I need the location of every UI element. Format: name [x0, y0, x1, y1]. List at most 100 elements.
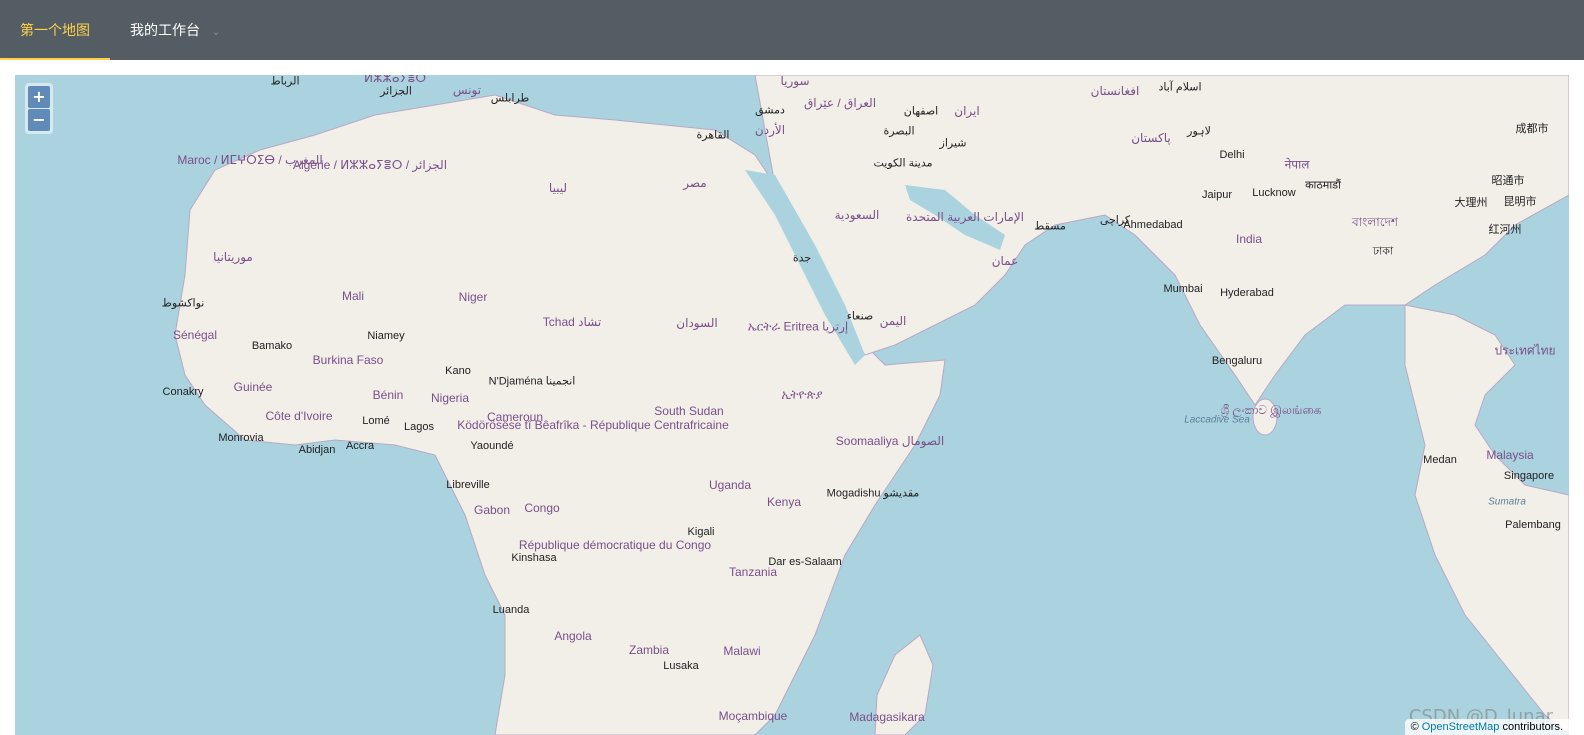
map-label-country: الإمارات العربية المتحدة [905, 210, 1025, 224]
map-label-city: Bamako [251, 340, 293, 352]
map-label-city: Singapore [1503, 470, 1555, 482]
nav-item-first-map[interactable]: 第一个地图 [0, 0, 110, 60]
map-label-city: Conakry [162, 386, 204, 398]
map-label-country: Malawi [723, 644, 761, 658]
map-label-city: Accra [345, 440, 375, 452]
map-label-city: Ahmedabad [1123, 219, 1183, 231]
map-label-country: বাংলাদেশ [1352, 215, 1398, 229]
map-label-city: اصفهان [903, 105, 939, 118]
map-label-city: Delhi [1219, 149, 1245, 161]
map-label-city: Lusaka [663, 660, 699, 672]
map-label-city: نواكشوط [161, 297, 205, 310]
map-label-country: سوريا [780, 75, 810, 88]
map-label-city: 昆明市 [1503, 196, 1537, 208]
map-label-country: ليبيا [548, 181, 568, 195]
map-label-country: Tchad تشاد [542, 315, 602, 329]
zoom-in-button[interactable]: + [28, 86, 50, 108]
map-label-country: Moçambique [718, 709, 788, 723]
attribution-prefix: © [1410, 721, 1419, 733]
map-label-country: Bénin [372, 388, 404, 402]
map-label-country: Uganda [708, 478, 752, 492]
map-label-country: Ködörösêse tî Bêafrîka - République Cent… [457, 418, 729, 432]
map-label-city: جدة [792, 252, 812, 265]
map-label-city: 红河州 [1488, 224, 1522, 236]
chevron-down-icon: ⌄ [211, 27, 221, 38]
map-label-city: Lucknow [1252, 187, 1296, 199]
map-label-city: Mumbai [1163, 283, 1203, 295]
map-base-layer [174, 75, 1569, 735]
map-label-country: India [1235, 232, 1263, 246]
map-label-city: Monrovia [218, 432, 264, 444]
map-label-city: Abidjan [298, 444, 336, 456]
map-label-country: Gabon [473, 503, 511, 517]
map-label-city: Kinshasa [511, 552, 557, 564]
map-label-city: اسلام آباد [1158, 81, 1202, 94]
map-label-country: پاکستان [1131, 131, 1171, 145]
map-label-country: Madagasikara [849, 710, 925, 724]
map-label-country: العراق / عێراق [803, 96, 877, 110]
map-label-city: الجزائر [380, 85, 412, 98]
map-attribution: © OpenStreetMap contributors. [1404, 719, 1569, 735]
top-navigation-bar: 第一个地图 我的工作台 ⌄ [0, 0, 1584, 60]
map-label-country: South Sudan [654, 404, 724, 418]
map-label-country: عمان [991, 254, 1019, 268]
map-label-country: Malaysia [1486, 448, 1534, 462]
map-label-city: Luanda [492, 604, 530, 616]
nav-item-my-workbench[interactable]: 我的工作台 ⌄ [110, 0, 240, 60]
map-viewport[interactable]: Maroc / ⵍⵎⵖⵔⵉⴱ / المغرب Algérie / ⵍⵣⵣⴰⵢⴻ… [15, 75, 1569, 735]
attribution-suffix: contributors. [1502, 721, 1563, 733]
map-label-country: नेपाल [1284, 157, 1310, 172]
map-label-country: Burkina Faso [312, 353, 384, 367]
map-label-country: ایران [954, 104, 980, 118]
map-label-city: طرابلس [490, 92, 530, 105]
map-label-city: 成都市 [1515, 123, 1549, 135]
map-label-country: Guinée [233, 380, 273, 394]
attribution-link[interactable]: OpenStreetMap [1422, 721, 1500, 733]
map-label-city: Lomé [362, 415, 390, 427]
map-label-country: الأردن [754, 123, 786, 137]
map-label-city: Dar es-Salaam [768, 556, 842, 568]
map-label-country: Soomaaliya الصومال [835, 434, 945, 448]
map-label-city: Libreville [446, 479, 490, 491]
map-label-country: Sénégal [172, 328, 218, 342]
map-label-country: ኤርትራ Eritrea إرتريا [747, 319, 849, 334]
map-label-country: افغانستان [1090, 84, 1140, 98]
map-label-city: Mogadishu مقديشو [826, 487, 920, 500]
map-label-city: لاہور [1187, 125, 1211, 138]
map-label-city: Medan [1423, 454, 1457, 466]
map-label-country: Côte d'Ivoire [265, 409, 333, 423]
map-label-country: موريتانيا [213, 250, 253, 264]
nav-item-my-workbench-label: 我的工作台 [130, 22, 200, 38]
map-label-city: Bengaluru [1211, 355, 1263, 367]
map-label-city: काठमाडौं [1305, 179, 1341, 192]
map-label-city: مسقط [1034, 220, 1066, 233]
map-label-city: Niamey [367, 330, 405, 342]
map-label-city: Kano [445, 365, 471, 377]
map-label-country: Niger [458, 290, 488, 304]
map-label-city: Yaoundé [470, 440, 514, 452]
map-label-city: Kigali [687, 526, 715, 538]
map-label-city: N'Djaména انجمينا [488, 375, 576, 388]
map-label-city: Palembang [1505, 519, 1561, 531]
map-label-city: البصرة [883, 125, 915, 138]
map-label-country: اليمن [879, 314, 907, 328]
map-label-sea: Laccadive Sea [1184, 414, 1250, 426]
map-label-city: Jaipur [1202, 189, 1232, 201]
map-label-city: القاهرة [696, 129, 730, 142]
zoom-out-button[interactable]: − [28, 109, 50, 131]
map-label-city: صنعاء [846, 310, 874, 323]
nav-item-first-map-label: 第一个地图 [20, 22, 90, 38]
map-label-country: Mali [341, 289, 365, 303]
map-label-city: شيراز [939, 137, 967, 150]
map-label-country: Kenya [766, 495, 802, 509]
map-label-city: 大理州 [1454, 197, 1488, 209]
map-label-country: السعودية [834, 208, 880, 222]
map-label-city: مدينة الكويت [873, 157, 933, 170]
map-label-country: Zambia [628, 643, 670, 657]
zoom-control: + − [25, 83, 53, 134]
map-label-country: Congo [524, 501, 560, 515]
map-label-country: ประเทศไทย [1494, 343, 1556, 358]
map-label-city: Hyderabad [1220, 287, 1274, 299]
map-label-country: Angola [554, 629, 592, 643]
map-label-country: ኢትዮጵያ [781, 387, 823, 402]
